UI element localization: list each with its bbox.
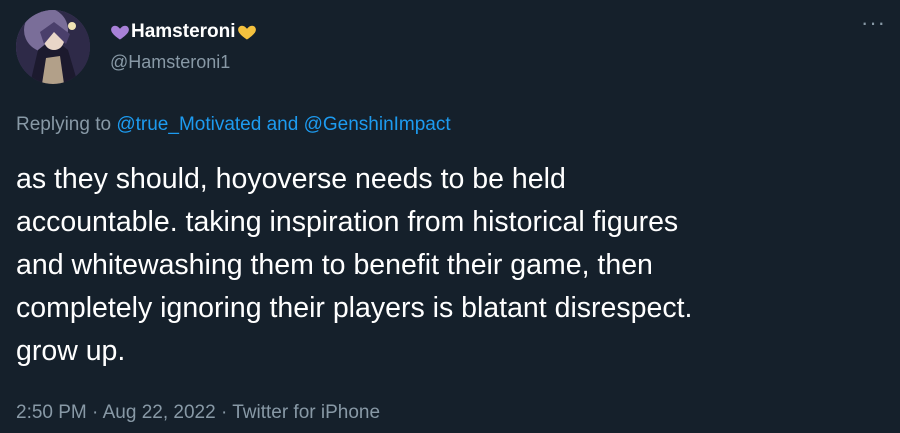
replying-to: Replying to @true_Motivated and @Genshin…: [16, 114, 451, 136]
yellow-heart-icon: [237, 22, 257, 42]
replying-to-conjunction: and: [266, 114, 299, 135]
mention-link-true-motivated[interactable]: @true_Motivated: [116, 114, 261, 135]
tweet-meta: 2:50 PM · Aug 22, 2022 · Twitter for iPh…: [16, 402, 380, 424]
tweet-text: as they should, hoyoverse needs to be he…: [16, 158, 886, 373]
tweet-text-line: and whitewashing them to benefit their g…: [16, 249, 653, 281]
meta-separator: ·: [220, 402, 228, 423]
purple-heart-icon: [110, 22, 130, 42]
more-horizontal-icon[interactable]: ···: [861, 12, 886, 34]
tweet-text-line: accountable. taking inspiration from his…: [16, 206, 679, 238]
tweet-time[interactable]: 2:50 PM: [16, 402, 87, 423]
tweet-text-line: as they should, hoyoverse needs to be he…: [16, 163, 566, 195]
display-name: Hamsteroni: [131, 21, 236, 42]
user-handle[interactable]: @Hamsteroni1: [110, 52, 230, 73]
tweet-text-line: grow up.: [16, 335, 126, 367]
avatar-image: [16, 10, 90, 84]
tweet-date[interactable]: Aug 22, 2022: [103, 402, 216, 423]
replying-to-prefix: Replying to: [16, 114, 112, 135]
tweet-source[interactable]: Twitter for iPhone: [232, 402, 380, 423]
tweet-card: Hamsteroni @Hamsteroni1 ··· Replying to …: [0, 0, 900, 433]
display-name-row[interactable]: Hamsteroni: [110, 18, 257, 46]
avatar[interactable]: [16, 10, 90, 84]
tweet-text-line: completely ignoring their players is bla…: [16, 292, 693, 324]
meta-separator: ·: [92, 402, 99, 423]
mention-link-genshin-impact[interactable]: @GenshinImpact: [304, 114, 451, 135]
